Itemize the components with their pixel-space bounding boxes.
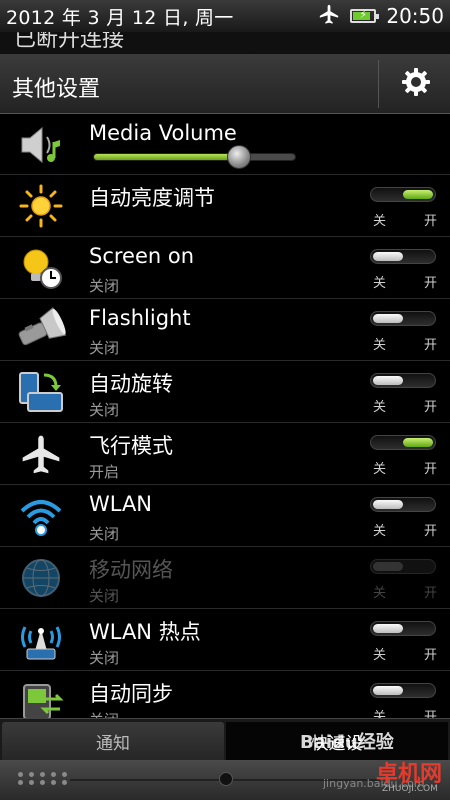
toggle-knob xyxy=(373,314,403,323)
setting-title: WLAN xyxy=(89,492,153,516)
toggle-on-label: 开 xyxy=(423,276,437,291)
toggle-knob xyxy=(403,190,433,199)
tab-notifications[interactable]: 通知 xyxy=(2,722,224,760)
rotate-icon xyxy=(14,367,68,417)
setting-status: 关闭 xyxy=(89,587,120,605)
setting-toggle[interactable] xyxy=(370,621,436,636)
toggle-knob xyxy=(373,376,403,385)
toggle-knob xyxy=(373,500,403,509)
setting-row[interactable]: WLAN 关闭关开 xyxy=(0,485,450,547)
setting-toggle[interactable] xyxy=(370,187,436,202)
handle-knob[interactable] xyxy=(219,772,233,786)
toggle-labels: 关开 xyxy=(373,334,437,353)
setting-toggle[interactable] xyxy=(370,373,436,388)
toggle-off-label: 关 xyxy=(373,400,387,415)
setting-toggle[interactable] xyxy=(370,497,436,512)
toggle-knob xyxy=(403,438,433,447)
setting-row[interactable]: 自动亮度调节关开 xyxy=(0,175,450,237)
toggle-labels: 关开 xyxy=(373,272,437,291)
setting-toggle xyxy=(370,559,436,574)
media-volume-row: Media Volume xyxy=(0,114,450,175)
notification-remnant-text: 已断开连接 xyxy=(14,32,125,52)
toggle-labels: 关开 xyxy=(373,520,437,539)
status-icons: ⚡ 20:50 xyxy=(318,0,444,32)
toggle-on-label: 开 xyxy=(423,214,437,229)
baidu-watermark: Baidu经验 xyxy=(300,732,394,753)
volume-thumb[interactable] xyxy=(227,145,251,169)
setting-toggle[interactable] xyxy=(370,435,436,450)
setting-title: 飞行模式 xyxy=(89,434,173,458)
toggle-on-label: 开 xyxy=(423,338,437,353)
toggle-off-label: 关 xyxy=(373,524,387,539)
grip-dots-icon xyxy=(18,772,69,785)
airplane-mode-icon xyxy=(318,3,340,29)
page-title: 其他设置 xyxy=(12,77,101,102)
header-divider xyxy=(378,60,379,108)
setting-title: WLAN 热点 xyxy=(89,620,201,644)
media-volume-label: Media Volume xyxy=(89,121,237,145)
toggle-labels: 关开 xyxy=(373,458,437,477)
setting-status: 关闭 xyxy=(89,525,120,543)
toggle-off-label: 关 xyxy=(373,214,387,229)
setting-title: 自动旋转 xyxy=(89,372,173,396)
airplane-icon xyxy=(14,429,68,479)
toggle-off-label: 关 xyxy=(373,462,387,477)
toggle-labels: 关开 xyxy=(373,644,437,663)
toggle-off-label: 关 xyxy=(373,276,387,291)
setting-row: 移动网络 关闭关开 xyxy=(0,547,450,609)
toggle-on-label: 开 xyxy=(423,524,437,539)
status-date: 2012 年 3 月 12 日, 周一 xyxy=(6,6,234,29)
toggle-on-label: 开 xyxy=(423,586,437,601)
toggle-labels: 关开 xyxy=(373,210,437,229)
hotspot-icon xyxy=(14,615,68,665)
toggle-knob xyxy=(373,624,403,633)
flashlight-icon xyxy=(14,305,68,355)
status-time: 20:50 xyxy=(386,4,444,28)
status-bar: 2012 年 3 月 12 日, 周一 ⚡ 20:50 xyxy=(0,0,450,32)
setting-row[interactable]: Screen on 关闭关开 xyxy=(0,237,450,299)
volume-fill xyxy=(94,154,239,160)
toggle-off-label: 关 xyxy=(373,338,387,353)
setting-title: Flashlight xyxy=(89,306,191,330)
setting-toggle[interactable] xyxy=(370,249,436,264)
setting-toggle[interactable] xyxy=(370,683,436,698)
toggle-labels: 关开 xyxy=(373,396,437,415)
toggle-off-label: 关 xyxy=(373,648,387,663)
setting-title: 自动亮度调节 xyxy=(89,186,215,210)
toggle-on-label: 开 xyxy=(423,400,437,415)
toggle-on-label: 开 xyxy=(423,462,437,477)
setting-status: 关闭 xyxy=(89,649,120,667)
toggle-labels: 关开 xyxy=(373,582,437,601)
setting-row[interactable]: 自动旋转 关闭关开 xyxy=(0,361,450,423)
setting-title: 自动同步 xyxy=(89,682,173,706)
notification-remnant: 已断开连接 xyxy=(0,32,450,54)
setting-row[interactable]: WLAN 热点 关闭关开 xyxy=(0,609,450,671)
toggle-knob xyxy=(373,562,403,571)
setting-status: 关闭 xyxy=(89,277,120,295)
setting-row[interactable]: 飞行模式 开启关开 xyxy=(0,423,450,485)
battery-icon: ⚡ xyxy=(350,8,380,23)
toggle-knob xyxy=(373,252,403,261)
media-volume-slider[interactable] xyxy=(93,145,296,169)
setting-row[interactable]: Flashlight 关闭关开 xyxy=(0,299,450,361)
setting-status: 开启 xyxy=(89,463,120,481)
setting-title: 移动网络 xyxy=(89,558,173,582)
setting-title: Screen on xyxy=(89,244,195,268)
toggle-knob xyxy=(373,686,403,695)
gear-icon xyxy=(401,67,431,101)
quick-settings-list: Media Volume 自动亮度调节关开 Screen on 关闭关开 Flashl… xyxy=(0,114,450,733)
bulb-clock-icon xyxy=(14,243,68,293)
settings-button[interactable] xyxy=(388,60,444,108)
speaker-icon xyxy=(14,120,68,170)
setting-toggle[interactable] xyxy=(370,311,436,326)
settings-header: 其他设置 xyxy=(0,54,450,114)
sun-icon xyxy=(14,181,68,231)
setting-status: 关闭 xyxy=(89,339,120,357)
globe-icon xyxy=(14,553,68,603)
toggle-on-label: 开 xyxy=(423,648,437,663)
wifi-icon xyxy=(14,491,68,541)
toggle-off-label: 关 xyxy=(373,586,387,601)
zhuoji-watermark-url: ZHUOJI.COM xyxy=(382,784,438,794)
setting-status: 关闭 xyxy=(89,401,120,419)
